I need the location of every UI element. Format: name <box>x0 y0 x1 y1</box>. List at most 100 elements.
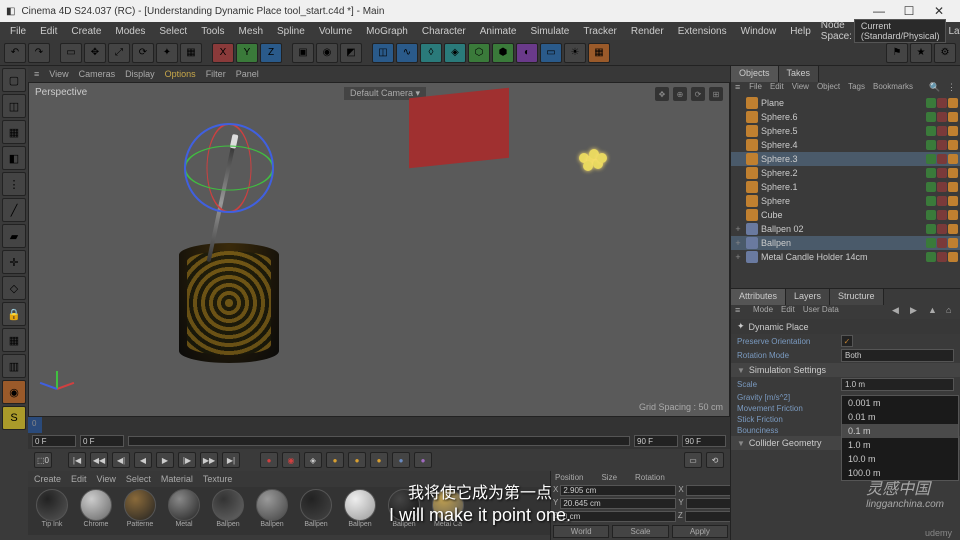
object-row[interactable]: Sphere.4 <box>731 138 960 152</box>
texture-mode[interactable]: ▦ <box>2 120 26 144</box>
menu-window[interactable]: Window <box>735 24 783 39</box>
recent-tool[interactable]: ▦ <box>180 43 202 63</box>
play-button[interactable]: ▶ <box>156 452 174 468</box>
object-row[interactable]: Sphere.5 <box>731 124 960 138</box>
edge-mode[interactable]: ╱ <box>2 198 26 222</box>
z-axis-toggle[interactable]: Z <box>260 43 282 63</box>
viewport-solo[interactable]: ◇ <box>2 276 26 300</box>
menu-tracker[interactable]: Tracker <box>577 24 623 39</box>
axis-mode[interactable]: ✛ <box>2 250 26 274</box>
workplane-mode[interactable]: ◧ <box>2 146 26 170</box>
obj-menu-edit[interactable]: Edit <box>770 82 784 96</box>
add-generator2-button[interactable]: ◈ <box>444 43 466 63</box>
scale-option[interactable]: 100.0 m <box>842 466 958 480</box>
scale-tool[interactable]: ⤢ <box>108 43 130 63</box>
sim-settings-header[interactable]: Simulation Settings <box>749 365 826 375</box>
mat-menu-material[interactable]: Material <box>161 474 193 484</box>
redo-button[interactable]: ↷ <box>28 43 50 63</box>
rotation-dropdown[interactable]: Both <box>841 349 954 362</box>
add-cube-button[interactable]: ◫ <box>372 43 394 63</box>
menu-spline[interactable]: Spline <box>271 24 311 39</box>
point-mode[interactable]: ⋮ <box>2 172 26 196</box>
object-mode[interactable]: ◫ <box>2 94 26 118</box>
vp-menu-display[interactable]: Display <box>125 69 155 79</box>
minimize-button[interactable]: — <box>864 4 894 18</box>
frame-current-field[interactable] <box>80 435 124 447</box>
loop-button[interactable]: ⟲ <box>706 452 724 468</box>
prev-key-button[interactable]: ◀◀ <box>90 452 108 468</box>
material-swatch[interactable]: Metal Ca <box>428 489 468 533</box>
mat-menu-select[interactable]: Select <box>126 474 151 484</box>
object-row[interactable]: Sphere.1 <box>731 180 960 194</box>
menu-edit[interactable]: Edit <box>34 24 63 39</box>
object-row[interactable]: Plane <box>731 96 960 110</box>
add-camera-button[interactable]: ▭ <box>540 43 562 63</box>
menu-tools[interactable]: Tools <box>195 24 230 39</box>
viewport[interactable]: Perspective Default Camera ▾ Grid Spacin… <box>28 82 730 417</box>
scale-options-dropdown[interactable]: 0.001 m0.01 m0.1 m1.0 m10.0 m100.0 m <box>841 395 959 481</box>
search-icon[interactable]: 🔍 <box>929 82 939 96</box>
attr-menu-edit[interactable]: Edit <box>781 305 795 319</box>
material-swatch[interactable]: Chrome <box>76 489 116 533</box>
attr-tool-icon[interactable]: ≡ <box>735 305 745 319</box>
attr-fwd-icon[interactable]: ▶ <box>910 305 920 319</box>
add-light-button[interactable]: ☀ <box>564 43 586 63</box>
render-picture-button[interactable]: ◉ <box>316 43 338 63</box>
tab-takes[interactable]: Takes <box>779 66 820 82</box>
select-tool[interactable]: ▭ <box>60 43 82 63</box>
object-row[interactable]: +Ballpen 02 <box>731 222 960 236</box>
attr-menu-userdata[interactable]: User Data <box>803 305 839 319</box>
object-row[interactable]: Sphere.6 <box>731 110 960 124</box>
obj-menu-view[interactable]: View <box>792 82 809 96</box>
object-row[interactable]: Sphere.3 <box>731 152 960 166</box>
snap-settings[interactable]: ▥ <box>2 354 26 378</box>
play-back-button[interactable]: ◀ <box>134 452 152 468</box>
material-swatch[interactable]: Metal <box>164 489 204 533</box>
obj-menu-object[interactable]: Object <box>817 82 840 96</box>
place-tool[interactable]: ✦ <box>156 43 178 63</box>
maximize-button[interactable]: ☐ <box>894 4 924 18</box>
tab-attributes[interactable]: Attributes <box>731 289 786 305</box>
menu-volume[interactable]: Volume <box>313 24 358 39</box>
vp-menu-options[interactable]: Options <box>165 69 196 79</box>
frame-end-field[interactable] <box>634 435 678 447</box>
vp-menu-filter[interactable]: Filter <box>206 69 226 79</box>
object-row[interactable]: +Ballpen <box>731 236 960 250</box>
object-list[interactable]: PlaneSphere.6Sphere.5Sphere.4Sphere.3 Sph… <box>731 96 960 288</box>
goto-start-button[interactable]: |◀ <box>68 452 86 468</box>
attr-up-icon[interactable]: ▲ <box>928 305 938 319</box>
render-settings-button[interactable]: ◩ <box>340 43 362 63</box>
add-field-button[interactable]: ⬡ <box>468 43 490 63</box>
scale-option[interactable]: 0.001 m <box>842 396 958 410</box>
add-generator-button[interactable]: ◊ <box>420 43 442 63</box>
snap-toggle[interactable]: 🔒 <box>2 302 26 326</box>
attr-menu-mode[interactable]: Mode <box>753 305 773 319</box>
poly-mode[interactable]: ▰ <box>2 224 26 248</box>
scale-dropdown[interactable]: 1.0 m <box>841 378 954 391</box>
scale-option[interactable]: 1.0 m <box>842 438 958 452</box>
render-view-button[interactable]: ▣ <box>292 43 314 63</box>
coord-pos-field[interactable] <box>560 498 676 509</box>
frame-display[interactable]: ⬚0 <box>34 452 52 468</box>
next-frame-button[interactable]: |▶ <box>178 452 196 468</box>
asset-tool[interactable]: S <box>2 406 26 430</box>
x-axis-toggle[interactable]: X <box>212 43 234 63</box>
coord-apply-button[interactable]: Apply <box>672 525 728 538</box>
tab-structure[interactable]: Structure <box>830 289 884 305</box>
vp-menu-cameras[interactable]: Cameras <box>79 69 116 79</box>
tab-objects[interactable]: Objects <box>731 66 779 82</box>
rotation-gizmo[interactable] <box>184 123 274 213</box>
mat-menu-create[interactable]: Create <box>34 474 61 484</box>
close-button[interactable]: ✕ <box>924 4 954 18</box>
prev-frame-button[interactable]: ◀| <box>112 452 130 468</box>
menu-select[interactable]: Select <box>153 24 193 39</box>
scale-option[interactable]: 0.01 m <box>842 410 958 424</box>
key-param-button[interactable]: ● <box>392 452 410 468</box>
material-swatch[interactable]: Ballpen <box>252 489 292 533</box>
material-swatch[interactable]: Ballpen <box>208 489 248 533</box>
play-mode-button[interactable]: ▭ <box>684 452 702 468</box>
key-scale-button[interactable]: ● <box>348 452 366 468</box>
y-axis-toggle[interactable]: Y <box>236 43 258 63</box>
dynamic-place-tool[interactable]: ◉ <box>2 380 26 404</box>
material-swatch[interactable]: Ballpen <box>384 489 424 533</box>
